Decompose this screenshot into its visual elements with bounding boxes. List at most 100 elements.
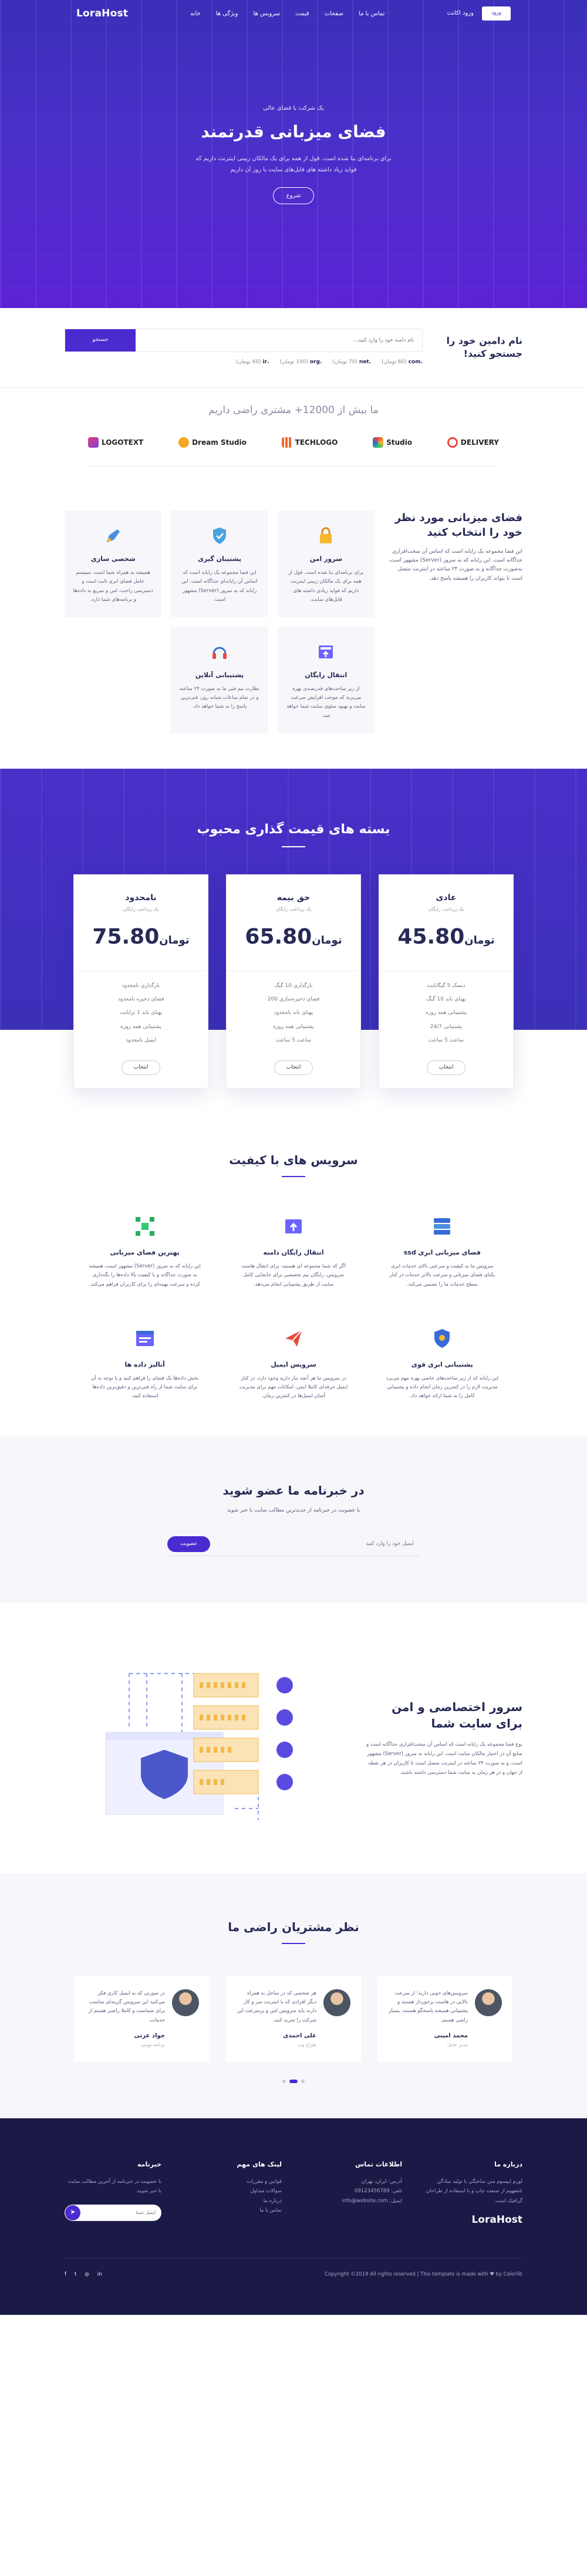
facebook-icon[interactable]: f xyxy=(65,2270,66,2278)
features-section: فضای میزبانی مورد نظر خود را انتخاب کنید… xyxy=(0,478,587,769)
twitter-icon[interactable]: t xyxy=(75,2270,76,2278)
paper-plane-icon xyxy=(279,1324,308,1353)
footer-about: درباره ما لورم ایپسوم متن ساختگی با تولی… xyxy=(426,2159,522,2229)
instagram-icon[interactable]: ◎ xyxy=(85,2270,89,2278)
upload-icon xyxy=(279,1212,308,1240)
feature-card-server: سرور امن برای برنامه‌ای بنا شده است. قول… xyxy=(277,511,375,618)
network-icon xyxy=(131,1212,159,1240)
tld-item: .net (70 تومان) xyxy=(332,359,372,365)
nav-item-pricing[interactable]: قیمت xyxy=(295,9,309,19)
plan-card-unlimited: نامحدود یک پرداخت رایگان تومان75.80 بارگ… xyxy=(73,874,208,1089)
site-logo[interactable]: LoraHost xyxy=(76,5,128,22)
server-illustration xyxy=(65,1650,340,1826)
footer-logo[interactable]: LoraHost xyxy=(426,2212,522,2229)
testimonial-card: در صورتی که به ایمیل کاری فکر می‌کنید ای… xyxy=(75,1976,210,2062)
plan-price: تومان45.80 xyxy=(397,925,495,949)
footer-email-input[interactable] xyxy=(80,2210,161,2216)
footer-links: لینک های مهم قوانین و مقررات سوالات متدا… xyxy=(185,2159,282,2229)
hero-description: برای برنامه‌ای بنا شده است. قول از همه ب… xyxy=(195,155,392,173)
top-nav: ورود ورود اکانت تماس با ما صفحات قیمت سر… xyxy=(0,0,587,27)
service-cloud-ssd: فضای میزبانی ابری ssd سرویس ما به کیفیت و… xyxy=(386,1212,499,1289)
clients-section: ما بیش از 12000+ مشتری راضی داریم LOGOTE… xyxy=(0,387,587,478)
title-underline xyxy=(282,1942,305,1944)
avatar xyxy=(475,1989,502,2016)
domain-search-section: نام دامین خود را جستجو کنید! جستجو .com … xyxy=(0,308,587,387)
testimonials-title: نظر مشتریان راضی ما xyxy=(228,1919,359,1934)
features-title: فضای میزبانی مورد نظر خود را انتخاب کنید xyxy=(394,512,522,539)
domain-search-button[interactable]: جستجو xyxy=(65,329,136,351)
footer-newsletter: خبرنامه با عضویت در خبرنامه از آخرین مطا… xyxy=(65,2159,161,2229)
nav-item-pages[interactable]: صفحات xyxy=(325,9,343,19)
footer-link[interactable]: درباره ما xyxy=(185,2196,282,2206)
service-email: سرویس ایمیل در سرویس ما هر آنچه نیاز داری… xyxy=(237,1324,350,1401)
hero-section: ورود ورود اکانت تماس با ما صفحات قیمت سر… xyxy=(0,0,587,308)
linkedin-icon[interactable]: in xyxy=(97,2270,102,2278)
plan-price: تومان65.80 xyxy=(245,925,342,949)
feature-card-backup: پشتیبان گیری این فضا مجموعه یک رایانه اس… xyxy=(171,511,268,618)
footer-newsletter-form: ➤ xyxy=(65,2204,161,2221)
footer-link[interactable]: تماس با ما xyxy=(185,2206,282,2215)
tld-price-list: .com (60 تومان) .net (70 تومان) .org (10… xyxy=(65,358,423,367)
transfer-icon xyxy=(313,640,338,664)
subscribe-button[interactable]: عضویت xyxy=(167,1536,211,1552)
carousel-dot-active[interactable] xyxy=(289,2079,298,2083)
plan-select-button[interactable]: انتخاب xyxy=(121,1060,161,1076)
carousel-dot[interactable] xyxy=(282,2079,286,2083)
nav-item-services[interactable]: سرویس ها xyxy=(253,9,280,19)
server-icon xyxy=(428,1212,456,1240)
newsletter-section: در خبرنامه ما عضو شوید با عضویت در خبرنا… xyxy=(0,1436,587,1603)
pricing-plans: عادی یک پرداخت رایگان تومان45.80 دیسک 5 … xyxy=(0,874,587,1089)
nav-item-home[interactable]: خانه xyxy=(190,9,200,19)
feature-card-empty xyxy=(65,627,161,733)
hero-kicker: یک شرکت با فضای عالی xyxy=(263,105,324,111)
plan-select-button[interactable]: انتخاب xyxy=(426,1060,466,1076)
footer-link[interactable]: سوالات متداول xyxy=(185,2186,282,2196)
domain-search-input[interactable] xyxy=(136,329,422,351)
server-section: سرور اختصاصی و امن برای سایت شما نوع فضا… xyxy=(0,1603,587,1873)
domain-search-form: جستجو xyxy=(65,328,423,352)
newsletter-title: در خبرنامه ما عضو شوید xyxy=(222,1483,365,1497)
footer-link[interactable]: قوانین و مقررات xyxy=(185,2177,282,2186)
services-title: سرویس های با کیفیت xyxy=(229,1153,358,1168)
shield-icon xyxy=(428,1324,456,1353)
testimonial-card: سرویس‌های خوبی دارید؛ از سرعت بالایی در … xyxy=(377,1976,512,2062)
social-links: f t ◎ in xyxy=(65,2270,102,2278)
lock-icon xyxy=(313,523,338,548)
nav-links: تماس با ما صفحات قیمت سرویس ها ویژگی ها … xyxy=(190,9,384,19)
plan-select-button[interactable]: انتخاب xyxy=(274,1060,313,1076)
server-text: نوع فضا مجموعه یک رایانه است که اساس آن … xyxy=(366,1741,522,1776)
client-logo: Studio xyxy=(373,437,412,448)
feature-card-customize: شخصی سازی همیشه به همراه شما است. سیستم … xyxy=(65,511,162,618)
service-best-hosting: بهترین فضای میزبانی این رایانه که به سرور… xyxy=(88,1212,201,1289)
carousel-dots xyxy=(0,2079,587,2083)
client-logo: LOGOTEXT xyxy=(88,437,143,448)
service-domain-transfer: انتقال رایگان دامنه اگر که شما مجموعه ای … xyxy=(237,1212,350,1289)
service-data-analysis: آنالیز داده ها بخش داده‌ها یک فضای را فرا… xyxy=(88,1324,201,1401)
plan-card-premium: حق بیمه یک پرداخت رایگان تومان65.80 بارگ… xyxy=(226,874,361,1089)
nav-item-contact[interactable]: تماس با ما xyxy=(359,9,384,19)
shield-icon xyxy=(207,523,232,548)
footer-contact: اطلاعات تماس آدرس: ایران، تهران تلفن: 091… xyxy=(342,2160,402,2204)
avatar xyxy=(172,1989,199,2016)
send-icon[interactable]: ➤ xyxy=(65,2205,80,2220)
browser-icon xyxy=(131,1324,159,1353)
plan-card-basic: عادی یک پرداخت رایگان تومان45.80 دیسک 5 … xyxy=(379,874,514,1089)
hero-start-button[interactable]: شروع xyxy=(272,187,315,204)
login-button[interactable]: ورود xyxy=(481,6,511,21)
avatar xyxy=(323,1989,350,2016)
account-link[interactable]: ورود اکانت xyxy=(447,8,474,18)
testimonials-section: نظر مشتریان راضی ما سرویس‌های خوبی دارید… xyxy=(0,1872,587,2118)
services-section: سرویس های با کیفیت فضای میزبانی ابری ssd… xyxy=(0,1088,587,1436)
domain-title: نام دامین خود را جستجو کنید! xyxy=(446,335,522,360)
nav-item-features[interactable]: ویژگی ها xyxy=(216,9,238,19)
copyright: Copyright ©2019 All rights reserved | Th… xyxy=(325,2271,522,2277)
carousel-dot[interactable] xyxy=(301,2079,305,2083)
pen-icon xyxy=(101,523,126,548)
newsletter-form: عضویت xyxy=(167,1533,420,1556)
newsletter-email-input[interactable] xyxy=(210,1541,420,1547)
client-logo: Dream Studio xyxy=(178,437,247,448)
tld-item: .com (60 تومان) xyxy=(382,359,423,365)
tld-item: .ir (60 تومان) xyxy=(236,359,269,365)
site-footer: درباره ما لورم ایپسوم متن ساختگی با تولی… xyxy=(0,2118,587,2315)
hero-title: فضای میزبانی قدرتمند xyxy=(201,122,386,141)
